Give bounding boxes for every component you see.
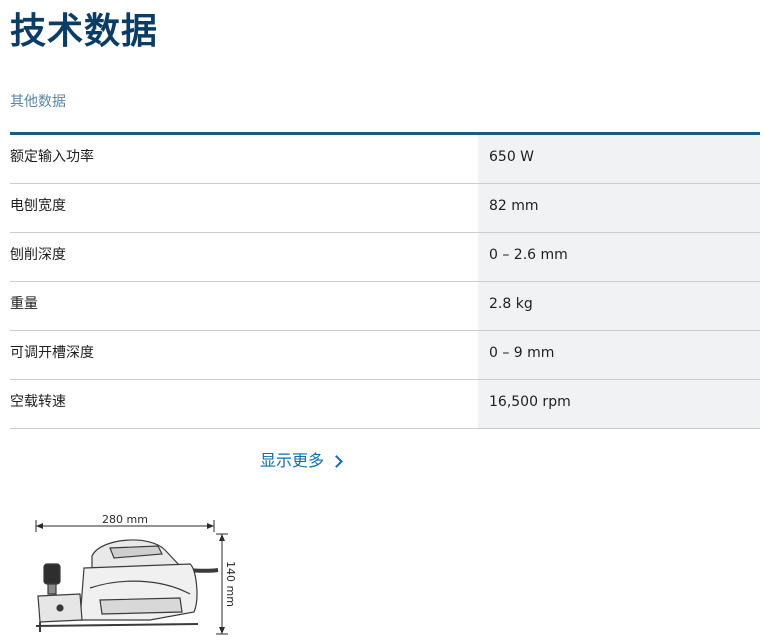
spec-row: 空载转速 16,500 rpm <box>10 380 760 429</box>
product-dimension-diagram: 280 mm 140 mm <box>35 513 237 635</box>
spec-row: 可调开槽深度 0 – 9 mm <box>10 331 760 380</box>
spec-row: 额定输入功率 650 W <box>10 135 760 184</box>
page-title: 技术数据 <box>10 11 159 52</box>
spec-value: 82 mm <box>478 184 760 232</box>
spec-value: 16,500 rpm <box>478 380 760 428</box>
spec-value: 650 W <box>478 135 760 183</box>
show-more-link[interactable]: 显示更多 <box>260 450 343 472</box>
page: 技术数据 其他数据 额定输入功率 650 W 电刨宽度 82 mm 刨削深度 0… <box>0 0 771 640</box>
show-more-label: 显示更多 <box>260 451 325 470</box>
spec-row: 电刨宽度 82 mm <box>10 184 760 233</box>
spec-value: 2.8 kg <box>478 282 760 330</box>
spec-table: 额定输入功率 650 W 电刨宽度 82 mm 刨削深度 0 – 2.6 mm … <box>10 132 760 429</box>
spec-value: 0 – 9 mm <box>478 331 760 379</box>
section-subtitle: 其他数据 <box>10 94 66 110</box>
spec-label: 刨削深度 <box>10 247 66 263</box>
spec-label: 电刨宽度 <box>10 198 66 214</box>
spec-label: 重量 <box>10 296 38 312</box>
height-dimension: 140 mm <box>216 533 237 635</box>
spec-row: 重量 2.8 kg <box>10 282 760 331</box>
chevron-right-icon <box>330 455 343 468</box>
spec-row: 刨削深度 0 – 2.6 mm <box>10 233 760 282</box>
height-label: 140 mm <box>224 561 237 607</box>
spec-label: 可调开槽深度 <box>10 345 94 361</box>
width-dimension: 280 mm <box>35 513 215 532</box>
spec-label: 额定输入功率 <box>10 149 94 165</box>
planer-illustration <box>35 539 219 632</box>
width-label: 280 mm <box>102 513 148 526</box>
spec-value: 0 – 2.6 mm <box>478 233 760 281</box>
spec-label: 空载转速 <box>10 394 66 410</box>
